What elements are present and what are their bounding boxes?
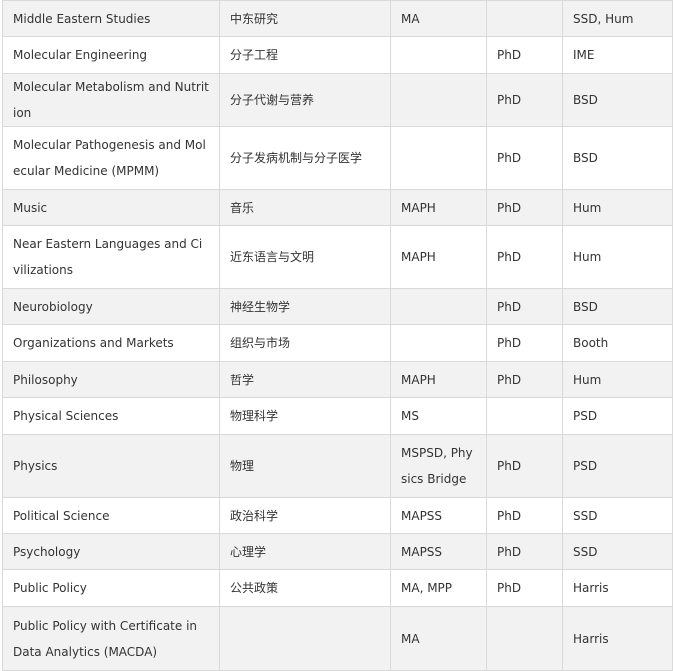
program-name-cell: Physics <box>2 434 220 498</box>
division-cell: Hum <box>562 225 673 289</box>
phd-degree-cell: PhD <box>486 36 563 74</box>
program-name-cell: Physical Sciences <box>2 397 220 435</box>
division-cell: PSD <box>562 397 673 435</box>
chinese-name-cell: 政治科学 <box>219 497 391 534</box>
chinese-name-cell: 心理学 <box>219 533 391 570</box>
masters-degree-cell: MS <box>390 397 487 435</box>
phd-degree-cell: PhD <box>486 434 563 498</box>
table-row: Near Eastern Languages and Civilizations… <box>2 225 673 289</box>
table-row: Molecular Metabolism and Nutrition 分子代谢与… <box>2 73 673 127</box>
programs-table: Middle Eastern Studies 中东研究 MA SSD, Hum … <box>2 0 673 671</box>
table-row: Physics 物理 MSPSD, Physics Bridge PhD PSD <box>2 434 673 498</box>
chinese-name-cell: 近东语言与文明 <box>219 225 391 289</box>
phd-degree-cell: PhD <box>486 361 563 398</box>
masters-degree-cell: MA <box>390 606 487 671</box>
masters-degree-cell <box>390 324 487 362</box>
division-cell: BSD <box>562 73 673 127</box>
masters-degree-cell <box>390 288 487 325</box>
program-name-cell: Organizations and Markets <box>2 324 220 362</box>
chinese-name-cell: 分子代谢与营养 <box>219 73 391 127</box>
masters-degree-cell: MAPH <box>390 361 487 398</box>
table-row: Organizations and Markets 组织与市场 PhD Boot… <box>2 324 673 362</box>
division-cell: SSD <box>562 533 673 570</box>
program-name-cell: Neurobiology <box>2 288 220 325</box>
program-name-cell: Middle Eastern Studies <box>2 0 220 37</box>
table-row: Middle Eastern Studies 中东研究 MA SSD, Hum <box>2 0 673 37</box>
phd-degree-cell <box>486 397 563 435</box>
division-cell: SSD, Hum <box>562 0 673 37</box>
phd-degree-cell: PhD <box>486 533 563 570</box>
masters-degree-cell: MAPH <box>390 189 487 226</box>
phd-degree-cell: PhD <box>486 189 563 226</box>
division-cell: PSD <box>562 434 673 498</box>
phd-degree-cell: PhD <box>486 73 563 127</box>
phd-degree-cell: PhD <box>486 126 563 190</box>
program-name-cell: Psychology <box>2 533 220 570</box>
chinese-name-cell: 组织与市场 <box>219 324 391 362</box>
phd-degree-cell: PhD <box>486 225 563 289</box>
program-name-cell: Near Eastern Languages and Civilizations <box>2 225 220 289</box>
division-cell: Booth <box>562 324 673 362</box>
division-cell: IME <box>562 36 673 74</box>
division-cell: Hum <box>562 361 673 398</box>
masters-degree-cell <box>390 126 487 190</box>
program-name-cell: Molecular Metabolism and Nutrition <box>2 73 220 127</box>
program-name-cell: Public Policy <box>2 569 220 607</box>
chinese-name-cell: 哲学 <box>219 361 391 398</box>
chinese-name-cell: 物理科学 <box>219 397 391 435</box>
division-cell: SSD <box>562 497 673 534</box>
table-row: Physical Sciences 物理科学 MS PSD <box>2 397 673 435</box>
chinese-name-cell: 音乐 <box>219 189 391 226</box>
division-cell: Hum <box>562 189 673 226</box>
division-cell: BSD <box>562 126 673 190</box>
masters-degree-cell: MSPSD, Physics Bridge <box>390 434 487 498</box>
division-cell: BSD <box>562 288 673 325</box>
chinese-name-cell: 物理 <box>219 434 391 498</box>
masters-degree-cell: MA <box>390 0 487 37</box>
chinese-name-cell: 分子发病机制与分子医学 <box>219 126 391 190</box>
chinese-name-cell: 公共政策 <box>219 569 391 607</box>
masters-degree-cell: MAPSS <box>390 533 487 570</box>
program-name-cell: Political Science <box>2 497 220 534</box>
program-name-cell: Philosophy <box>2 361 220 398</box>
chinese-name-cell: 中东研究 <box>219 0 391 37</box>
masters-degree-cell <box>390 73 487 127</box>
table-row: Public Policy with Certificate in Data A… <box>2 606 673 671</box>
program-name-cell: Molecular Engineering <box>2 36 220 74</box>
division-cell: Harris <box>562 569 673 607</box>
chinese-name-cell: 神经生物学 <box>219 288 391 325</box>
phd-degree-cell <box>486 0 563 37</box>
program-name-cell: Molecular Pathogenesis and Molecular Med… <box>2 126 220 190</box>
table-row: Philosophy 哲学 MAPH PhD Hum <box>2 361 673 398</box>
masters-degree-cell: MAPSS <box>390 497 487 534</box>
phd-degree-cell: PhD <box>486 288 563 325</box>
division-cell: Harris <box>562 606 673 671</box>
table-row: Molecular Pathogenesis and Molecular Med… <box>2 126 673 190</box>
table-row: Public Policy 公共政策 MA, MPP PhD Harris <box>2 569 673 607</box>
table-row: Music 音乐 MAPH PhD Hum <box>2 189 673 226</box>
chinese-name-cell <box>219 606 391 671</box>
masters-degree-cell: MAPH <box>390 225 487 289</box>
table-row: Psychology 心理学 MAPSS PhD SSD <box>2 533 673 570</box>
phd-degree-cell: PhD <box>486 324 563 362</box>
program-name-cell: Music <box>2 189 220 226</box>
phd-degree-cell: PhD <box>486 497 563 534</box>
masters-degree-cell: MA, MPP <box>390 569 487 607</box>
table-row: Molecular Engineering 分子工程 PhD IME <box>2 36 673 74</box>
program-name-cell: Public Policy with Certificate in Data A… <box>2 606 220 671</box>
table-row: Political Science 政治科学 MAPSS PhD SSD <box>2 497 673 534</box>
table-row: Neurobiology 神经生物学 PhD BSD <box>2 288 673 325</box>
phd-degree-cell: PhD <box>486 569 563 607</box>
masters-degree-cell <box>390 36 487 74</box>
phd-degree-cell <box>486 606 563 671</box>
chinese-name-cell: 分子工程 <box>219 36 391 74</box>
